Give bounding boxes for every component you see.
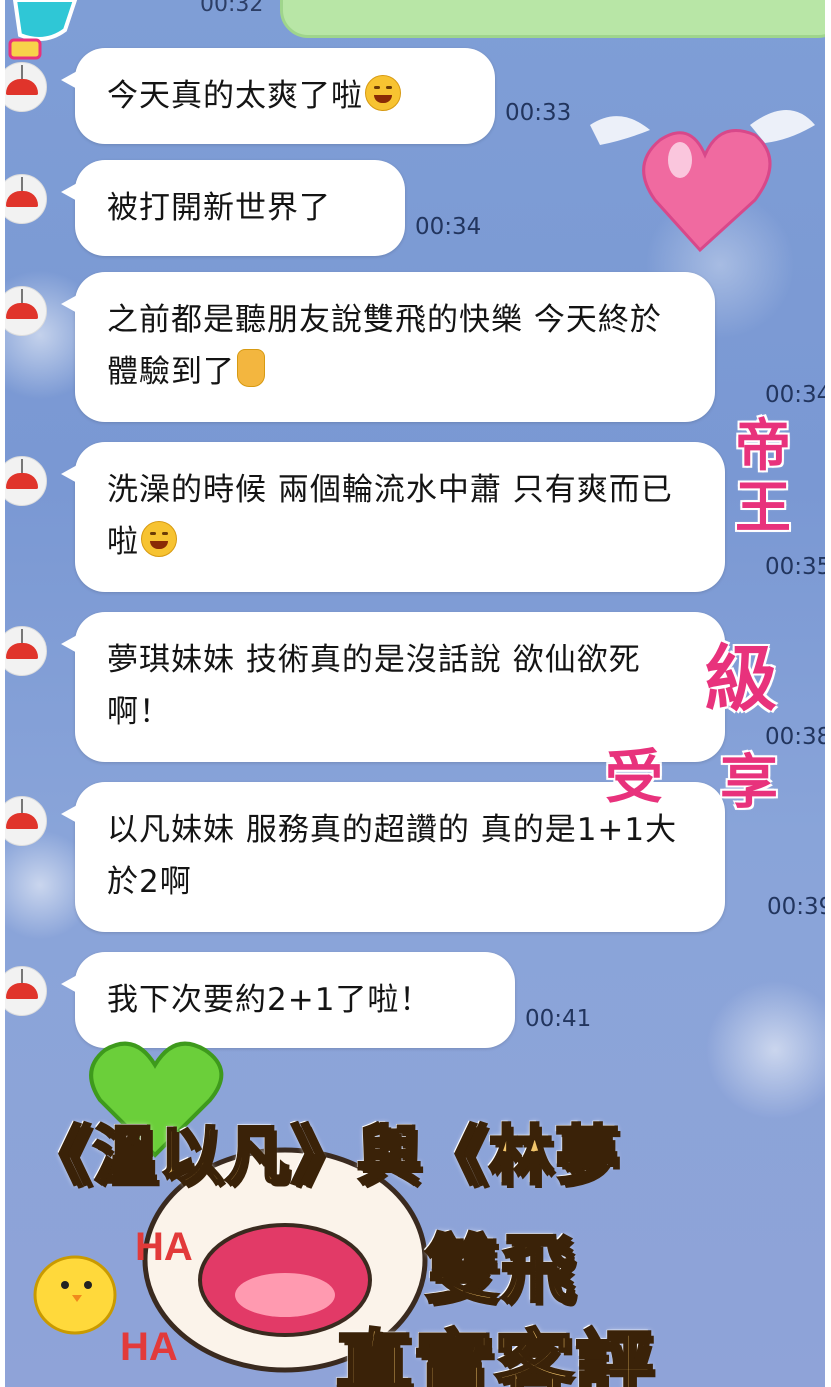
rofl-emoji-icon xyxy=(141,521,177,557)
message-bubble[interactable]: 洗澡的時候 兩個輪流水中蕭 只有爽而已啦 xyxy=(61,442,725,592)
rofl-emoji-icon xyxy=(365,75,401,111)
message-text: 我下次要約2+1了啦！ xyxy=(107,982,432,1018)
corner-sticker-icon xyxy=(8,0,78,60)
message-bubble[interactable]: 被打開新世界了 xyxy=(61,160,405,256)
message-text: 之前都是聽朋友說雙飛的快樂 今天終於體驗到了 xyxy=(107,302,662,390)
svg-text:HA: HA xyxy=(135,1225,193,1269)
avatar[interactable] xyxy=(5,62,47,112)
svg-text:HA: HA xyxy=(120,1325,178,1369)
avatar[interactable] xyxy=(5,626,47,676)
winged-heart-icon xyxy=(590,110,815,253)
avatar[interactable] xyxy=(5,456,47,506)
message-bubble[interactable]: 之前都是聽朋友說雙飛的快樂 今天終於體驗到了 xyxy=(61,272,715,422)
previous-message-bubble[interactable] xyxy=(280,0,825,38)
chat-screen: 00:32 今天真的太爽了啦 00:33 被打開新世界了 00:34 之前都是聽… xyxy=(5,0,825,1387)
yellow-chick-icon xyxy=(33,1255,117,1335)
sticker-enjoy-text: 享 xyxy=(720,748,779,816)
message-time: 00:34 xyxy=(415,214,482,240)
message-text: 今天真的太爽了啦 xyxy=(107,78,363,114)
message-time: 00:35 xyxy=(765,554,825,580)
thumbs-up-emoji-icon xyxy=(237,349,265,387)
banner-caption: 真實客評 xyxy=(333,1322,656,1387)
sticker-receive-text: 受 xyxy=(605,743,664,811)
message-text: 被打開新世界了 xyxy=(107,190,331,226)
message-time: 00:34 xyxy=(765,382,825,408)
sticker-level-text: 級 xyxy=(705,636,778,721)
banner-subtitle: 雙飛 xyxy=(424,1226,577,1315)
message-text: 夢琪妹妹 技術真的是沒話說 欲仙欲死啊！ xyxy=(107,642,641,730)
avatar[interactable] xyxy=(5,174,47,224)
message-time: 00:33 xyxy=(505,100,572,126)
banner-title: 《溫以凡》與《林夢 xyxy=(26,1119,621,1196)
message-bubble[interactable]: 今天真的太爽了啦 xyxy=(61,48,495,144)
message-text: 以凡妹妹 服務真的超讚的 真的是1+1大於2啊 xyxy=(107,812,678,900)
message-time: 00:39 xyxy=(767,894,825,920)
sticker-emperor-text: 帝王 xyxy=(735,413,791,541)
message-text: 洗澡的時候 兩個輪流水中蕭 只有爽而已啦 xyxy=(107,472,673,560)
bokeh-light xyxy=(705,980,825,1120)
message-time: 00:41 xyxy=(525,1006,592,1032)
previous-message-time: 00:32 xyxy=(200,0,264,17)
avatar[interactable] xyxy=(5,966,47,1016)
